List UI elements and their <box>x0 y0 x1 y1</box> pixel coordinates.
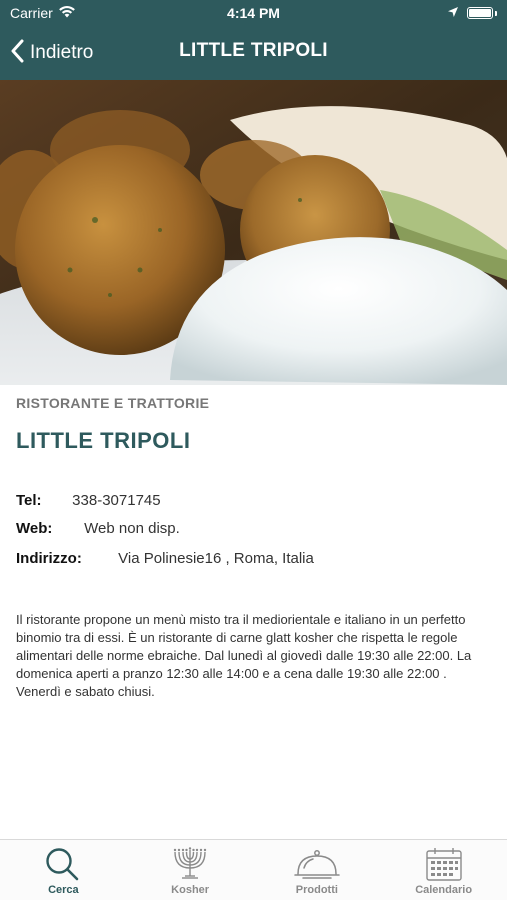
description-text: Il ristorante propone un menù misto tra … <box>16 612 472 699</box>
tab-label-kosher: Kosher <box>171 884 210 896</box>
tel-label: Tel: <box>16 492 42 509</box>
tab-bar: Cerca Kosher Prodotti Calendario <box>0 839 507 900</box>
restaurant-name: LITTLE TRIPOLI <box>16 428 191 453</box>
app-header: Carrier 4:14 PM Indietro LITTLE TRIPOLI <box>0 0 507 80</box>
battery-icon <box>467 7 493 19</box>
falafel-photo <box>0 80 507 385</box>
tel-row: Tel: 338-3071745 <box>16 492 161 509</box>
location-arrow-icon <box>447 5 459 21</box>
tab-label-prodotti: Prodotti <box>295 884 338 896</box>
tab-label-cerca: Cerca <box>48 884 79 896</box>
web-row: Web: Web non disp. <box>16 520 180 537</box>
tab-kosher[interactable]: Kosher <box>127 840 254 900</box>
status-time: 4:14 PM <box>227 5 280 21</box>
tab-cerca[interactable]: Cerca <box>0 840 127 900</box>
calendar-icon <box>425 848 462 881</box>
back-button[interactable]: Indietro <box>10 36 93 70</box>
status-bar: Carrier 4:14 PM <box>0 0 507 26</box>
menorah-icon <box>173 847 207 879</box>
battery-cap <box>495 10 497 16</box>
web-value[interactable]: Web non disp. <box>84 520 180 537</box>
category-label: RISTORANTE E TRATTORIE <box>16 395 210 411</box>
tab-prodotti[interactable]: Prodotti <box>254 840 381 900</box>
web-label: Web: <box>16 520 53 537</box>
tab-calendario[interactable]: Calendario <box>380 840 507 900</box>
tel-value[interactable]: 338-3071745 <box>72 492 160 509</box>
status-right-group <box>447 5 497 21</box>
address-row: Indirizzo: Via Polinesie16 , Roma, Itali… <box>16 550 314 567</box>
navigation-bar: Indietro LITTLE TRIPOLI <box>0 26 507 80</box>
cloche-icon <box>294 850 340 879</box>
chevron-left-icon <box>10 39 24 68</box>
search-icon <box>46 848 79 881</box>
back-label: Indietro <box>30 42 94 63</box>
address-label: Indirizzo: <box>16 550 82 567</box>
address-value[interactable]: Via Polinesie16 , Roma, Italia <box>118 550 314 567</box>
tab-label-calendario: Calendario <box>415 884 473 896</box>
